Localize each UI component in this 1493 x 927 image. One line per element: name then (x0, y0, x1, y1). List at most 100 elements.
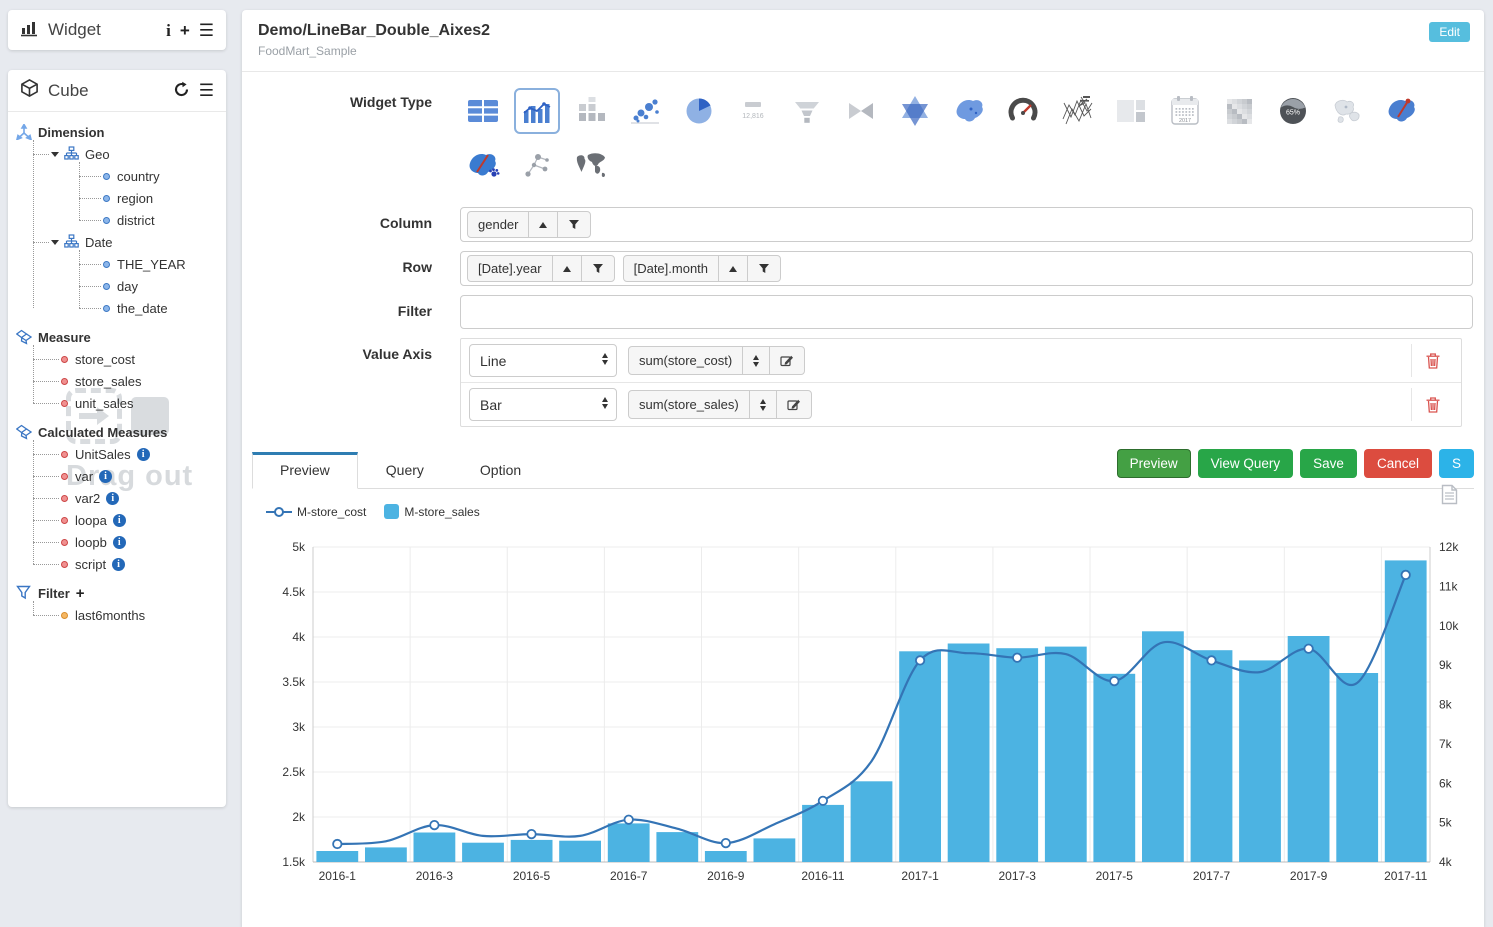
tree-item-district[interactable]: district (8, 209, 226, 231)
tree-item-the_date[interactable]: the_date (8, 297, 226, 319)
number-card-icon[interactable]: 12,816 (730, 88, 776, 134)
tree-section-measure[interactable]: Measure (8, 326, 226, 348)
save-button[interactable]: Save (1300, 449, 1357, 478)
tree-section-calculated-measures[interactable]: Calculated Measures (8, 421, 226, 443)
cube-menu-icon[interactable]: ☰ (199, 82, 214, 99)
svg-text:4k: 4k (1439, 855, 1453, 869)
delete-series-icon[interactable] (1411, 344, 1453, 377)
svg-text:12k: 12k (1439, 540, 1459, 554)
collapse-caret-icon[interactable] (51, 239, 59, 245)
reorder-icon[interactable] (750, 391, 777, 418)
info-icon[interactable]: i (106, 491, 120, 505)
info-icon[interactable]: i (112, 557, 126, 571)
add-filter-icon[interactable]: + (76, 585, 85, 602)
table-chart-icon[interactable] (460, 88, 506, 134)
info-icon[interactable]: i (136, 447, 150, 461)
legend-item-store-cost[interactable]: M-store_cost (266, 505, 366, 519)
legend-item-store-sales[interactable]: M-store_sales (384, 504, 480, 519)
filter-input[interactable] (460, 295, 1473, 329)
stacked-bar-icon[interactable] (568, 88, 614, 134)
world-map-icon[interactable] (568, 143, 614, 189)
pie-chart-icon[interactable] (676, 88, 722, 134)
sort-asc-icon[interactable] (719, 256, 749, 281)
liquid-gauge-icon[interactable]: 65% (1270, 88, 1316, 134)
field-chip--date-month[interactable]: [Date].month (622, 255, 782, 282)
add-widget-icon[interactable]: + (180, 22, 190, 39)
tab-option[interactable]: Option (452, 451, 549, 489)
field-chip--date-year[interactable]: [Date].year (467, 255, 615, 282)
edit-expression-icon[interactable] (777, 391, 811, 418)
tree-item-geo[interactable]: Geo (8, 143, 226, 165)
relation-graph-icon[interactable] (514, 143, 560, 189)
tree-item-date[interactable]: Date (8, 231, 226, 253)
value-axis-series-row: Line sum(store_cost) (461, 339, 1461, 383)
light-map-icon[interactable] (1324, 88, 1370, 134)
tree-item-var[interactable]: var i (8, 465, 226, 487)
data-view-icon[interactable] (1441, 484, 1458, 510)
select-caret-icon (602, 353, 608, 365)
tree-item-the_year[interactable]: THE_YEAR (8, 253, 226, 275)
map-pin-paw-icon[interactable] (460, 143, 506, 189)
collapse-caret-icon[interactable] (51, 151, 59, 157)
info-icon[interactable]: i (99, 469, 113, 483)
preview-button[interactable]: Preview (1116, 449, 1191, 478)
filter-funnel-icon[interactable] (582, 256, 614, 281)
edit-button[interactable]: Edit (1429, 22, 1470, 42)
tree-item-loopb[interactable]: loopb i (8, 531, 226, 553)
gauge-chart-icon[interactable] (1000, 88, 1046, 134)
sort-asc-icon[interactable] (529, 212, 559, 237)
tree-section-dimension[interactable]: Dimension (8, 121, 226, 143)
funnel-chart-icon[interactable] (784, 88, 830, 134)
edit-expression-icon[interactable] (770, 347, 804, 374)
tree-item-unit_sales[interactable]: unit_sales (8, 392, 226, 414)
tree-section-filter[interactable]: Filter + (8, 582, 226, 604)
cube-name: FoodMart_Sample (258, 44, 357, 58)
aggregation-chip[interactable]: sum(store_cost) (628, 346, 806, 375)
s-button[interactable]: S (1438, 449, 1474, 478)
treemap-chart-icon[interactable] (1108, 88, 1154, 134)
aggregation-chip[interactable]: sum(store_sales) (628, 390, 812, 419)
bar-line-chart-icon[interactable] (514, 88, 560, 134)
tab-query[interactable]: Query (358, 451, 452, 489)
refresh-icon[interactable] (173, 81, 190, 101)
info-icon[interactable]: i (112, 535, 126, 549)
china-map-pin-icon[interactable] (1378, 88, 1424, 134)
mosaic-chart-icon[interactable] (1216, 88, 1262, 134)
tab-preview[interactable]: Preview (252, 452, 358, 489)
row-dropzone[interactable]: [Date].year [Date].month (460, 251, 1473, 286)
series-type-select[interactable]: Bar (469, 388, 617, 421)
info-icon[interactable]: i (166, 22, 171, 39)
series-type-select[interactable]: Line (469, 344, 617, 377)
view-query-button[interactable]: View Query (1197, 449, 1294, 478)
tree-item-last6months[interactable]: last6months (8, 604, 226, 626)
tree-item-country[interactable]: country (8, 165, 226, 187)
reorder-icon[interactable] (743, 347, 771, 374)
info-icon[interactable]: i (112, 513, 126, 527)
china-map-icon[interactable] (946, 88, 992, 134)
radar-chart-icon[interactable] (892, 88, 938, 134)
calendar-chart-icon[interactable]: 2017 (1162, 88, 1208, 134)
filter-funnel-icon[interactable] (558, 212, 590, 237)
tree-item-day[interactable]: day (8, 275, 226, 297)
tree-item-region[interactable]: region (8, 187, 226, 209)
tree-item-store_sales[interactable]: store_sales (8, 370, 226, 392)
aggregation-label: sum(store_sales) (629, 391, 750, 418)
scatter-chart-icon[interactable] (622, 88, 668, 134)
tree-item-var2[interactable]: var2 i (8, 487, 226, 509)
column-dropzone[interactable]: gender (460, 207, 1473, 242)
tree-item-unitsales[interactable]: UnitSales i (8, 443, 226, 465)
svg-text:2016-7: 2016-7 (610, 869, 648, 883)
widget-menu-icon[interactable]: ☰ (199, 22, 214, 39)
cube-panel: Cube ☰ Drag out Dimension Geo country re… (8, 70, 226, 807)
sort-asc-icon[interactable] (553, 256, 582, 281)
field-chip-gender[interactable]: gender (467, 211, 592, 238)
cancel-button[interactable]: Cancel (1363, 449, 1432, 478)
parallel-flow-icon[interactable] (1054, 88, 1100, 134)
tree-item-script[interactable]: script i (8, 553, 226, 575)
tree-item-store_cost[interactable]: store_cost (8, 348, 226, 370)
bowtie-chart-icon[interactable] (838, 88, 884, 134)
filter-funnel-icon[interactable] (748, 256, 780, 281)
svg-text:2017-9: 2017-9 (1290, 869, 1328, 883)
tree-item-loopa[interactable]: loopa i (8, 509, 226, 531)
delete-series-icon[interactable] (1411, 388, 1453, 421)
